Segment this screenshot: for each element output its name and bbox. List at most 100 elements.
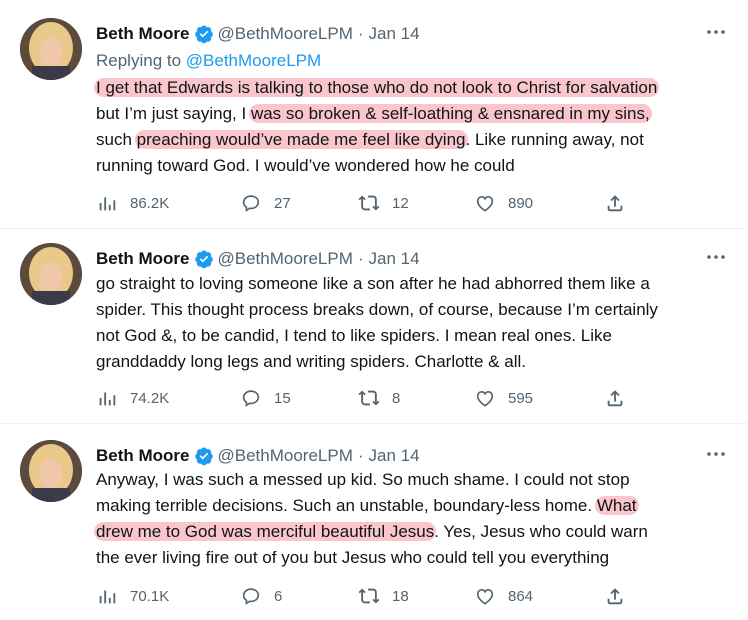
tweet-text-line: spider. This thought process breaks down… [96, 297, 728, 323]
verified-badge-icon [194, 447, 213, 466]
separator-dot: · [357, 249, 364, 268]
highlighted-text: was so broken & self-loathing & ensnared… [248, 104, 652, 123]
like-button[interactable]: 595 [474, 383, 533, 413]
divider [0, 228, 748, 229]
views-icon [99, 197, 116, 211]
reply-icon [242, 195, 260, 212]
highlighted-text: What [594, 496, 639, 515]
views-button[interactable]: 74.2K [96, 383, 169, 413]
share-button[interactable] [604, 188, 638, 218]
highlighted-text: drew me to God was merciful beautiful Je… [94, 522, 437, 541]
retweets-count: 12 [392, 194, 409, 212]
text-segment: . Like running away, not [465, 130, 644, 149]
views-button[interactable]: 86.2K [96, 188, 169, 218]
share-icon [607, 588, 623, 605]
tweet-text-line: Anyway, I was such a messed up kid. So m… [96, 467, 728, 493]
tweet-text-line: drew me to God was merciful beautiful Je… [94, 519, 728, 545]
views-count: 70.1K [130, 587, 170, 605]
replying-prefix: Replying to [96, 51, 186, 70]
highlighted-text: I get that Edwards is talking to those w… [94, 78, 660, 97]
highlighted-text: preaching would’ve made me feel like dyi… [134, 130, 468, 149]
views-icon [99, 392, 116, 406]
tweet[interactable]: Beth Moore @BethMooreLPM · Jan 14 Anyway… [0, 440, 748, 620]
retweet-button[interactable]: 8 [358, 383, 400, 413]
divider [0, 423, 748, 424]
retweets-count: 8 [392, 389, 401, 407]
tweet-text-line: not God &, to be candid, I tend to like … [96, 323, 728, 349]
author-handle[interactable]: @BethMooreLPM [218, 446, 353, 466]
tweet[interactable]: Beth Moore @BethMooreLPM · Jan 14 Replyi… [0, 18, 748, 228]
more-icon[interactable] [702, 20, 730, 44]
views-count: 74.2K [130, 389, 170, 407]
reply-button[interactable]: 6 [240, 581, 282, 611]
share-icon [607, 195, 623, 212]
retweet-icon [358, 390, 380, 406]
verified-badge-icon [194, 25, 213, 44]
avatar[interactable] [20, 440, 82, 502]
text-segment: the ever living fire out of you but Jesu… [96, 548, 610, 567]
like-icon [476, 196, 494, 212]
text-segment: granddaddy long legs and writing spiders… [96, 352, 526, 371]
tweet-text-line: granddaddy long legs and writing spiders… [96, 349, 728, 375]
replying-to: Replying to @BethMooreLPM [96, 51, 321, 71]
share-button[interactable] [604, 383, 638, 413]
avatar[interactable] [20, 243, 82, 305]
author-handle[interactable]: @BethMooreLPM [218, 249, 353, 269]
tweet-text: go straight to loving someone like a son… [96, 271, 728, 375]
like-button[interactable]: 864 [474, 581, 533, 611]
tweet-text-line: making terrible decisions. Such an unsta… [96, 493, 728, 519]
replies-count: 27 [274, 194, 291, 212]
likes-count: 890 [508, 194, 534, 212]
reply-button[interactable]: 27 [240, 188, 291, 218]
tweet-actions: 74.2K 15 8 595 [96, 383, 656, 413]
retweet-icon [358, 588, 380, 604]
likes-count: 595 [508, 389, 534, 407]
replying-mention[interactable]: @BethMooreLPM [186, 51, 321, 70]
text-segment: Anyway, I was such a messed up kid. So m… [96, 470, 630, 489]
verified-badge-icon [194, 250, 213, 269]
retweets-count: 18 [392, 587, 409, 605]
tweet-text: I get that Edwards is talking to those w… [94, 75, 728, 179]
tweet-text-line: I get that Edwards is talking to those w… [94, 75, 728, 101]
tweet-actions: 86.2K 27 12 890 [96, 188, 656, 218]
retweet-icon [358, 195, 380, 211]
views-count: 86.2K [130, 194, 170, 212]
more-icon[interactable] [702, 442, 730, 466]
share-button[interactable] [604, 581, 638, 611]
separator-dot: · [357, 446, 364, 465]
tweet-text-line: go straight to loving someone like a son… [96, 271, 728, 297]
text-segment: such [96, 130, 137, 149]
text-segment: running toward God. I would’ve wondered … [96, 156, 515, 175]
text-segment: but I’m just saying, I [96, 104, 251, 123]
replies-count: 15 [274, 389, 291, 407]
author-handle[interactable]: @BethMooreLPM [218, 24, 353, 44]
tweet-text-line: such preaching would’ve made me feel lik… [96, 127, 728, 153]
tweet[interactable]: Beth Moore @BethMooreLPM · Jan 14 go str… [0, 243, 748, 423]
tweet-text: Anyway, I was such a messed up kid. So m… [94, 467, 728, 571]
replies-count: 6 [274, 587, 283, 605]
reply-icon [242, 588, 260, 605]
retweet-button[interactable]: 18 [358, 581, 409, 611]
tweet-date[interactable]: Jan 14 [369, 446, 420, 466]
author-name[interactable]: Beth Moore [96, 249, 190, 269]
reply-icon [242, 390, 260, 407]
text-segment: not God &, to be candid, I tend to like … [96, 326, 612, 345]
text-segment: go straight to loving someone like a son… [96, 274, 650, 293]
tweet-date[interactable]: Jan 14 [369, 24, 420, 44]
text-segment: . Yes, Jesus who could warn [434, 522, 648, 541]
tweet-date[interactable]: Jan 14 [369, 249, 420, 269]
likes-count: 864 [508, 587, 534, 605]
text-segment: spider. This thought process breaks down… [96, 300, 658, 319]
more-icon[interactable] [702, 245, 730, 269]
tweet-text-line: running toward God. I would’ve wondered … [96, 153, 728, 179]
like-button[interactable]: 890 [474, 188, 533, 218]
reply-button[interactable]: 15 [240, 383, 291, 413]
avatar[interactable] [20, 18, 82, 80]
separator-dot: · [357, 24, 364, 43]
views-icon [99, 590, 116, 604]
author-name[interactable]: Beth Moore [96, 24, 190, 44]
views-button[interactable]: 70.1K [96, 581, 169, 611]
tweet-actions: 70.1K 6 18 864 [96, 581, 656, 611]
author-name[interactable]: Beth Moore [96, 446, 190, 466]
retweet-button[interactable]: 12 [358, 188, 409, 218]
